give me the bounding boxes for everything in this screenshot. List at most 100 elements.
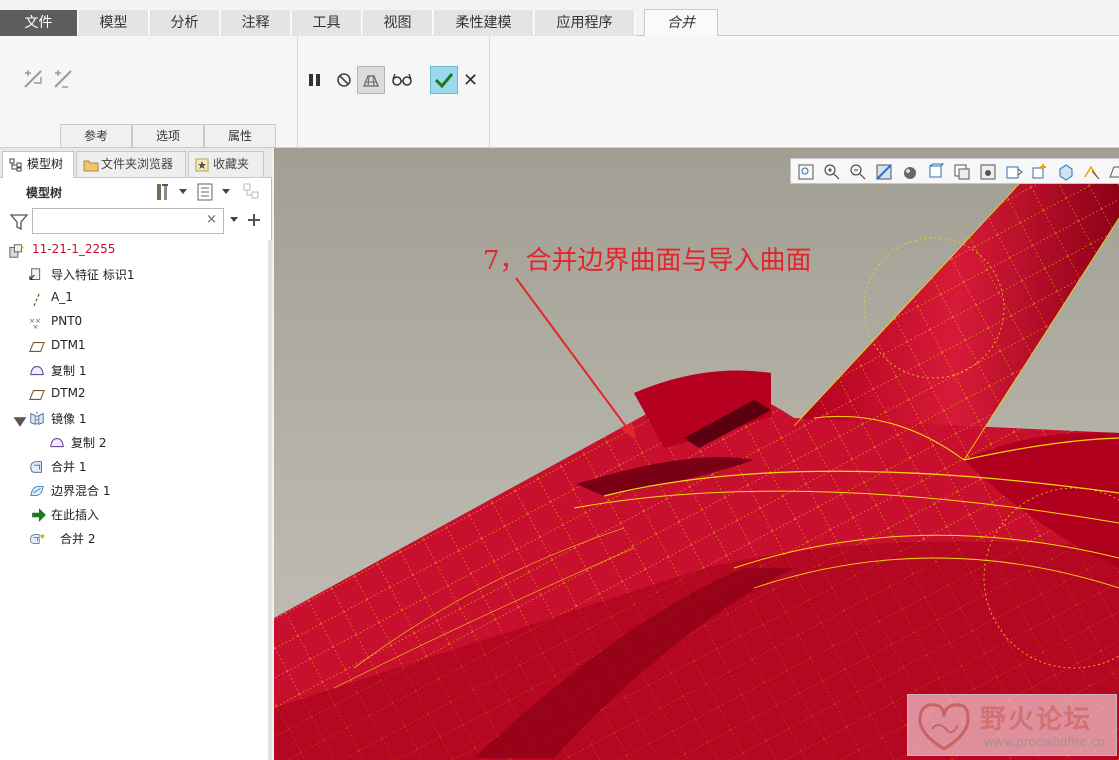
import-feature-icon xyxy=(29,268,41,281)
tree-item-point[interactable]: ×× × PNT0 xyxy=(0,312,266,334)
zoom-in-icon[interactable] xyxy=(823,163,841,181)
tab-merge[interactable]: 合并 xyxy=(644,9,718,37)
tab-analysis[interactable]: 分析 xyxy=(150,10,220,36)
ok-button[interactable] xyxy=(430,66,458,94)
tree-item-copy1[interactable]: 复制 1 xyxy=(0,360,266,382)
expand-caret-icon[interactable] xyxy=(12,414,28,430)
merge-icon xyxy=(30,461,42,473)
subtab-references[interactable]: 参考 xyxy=(60,124,132,148)
datum-display-filters-icon[interactable] xyxy=(1083,163,1101,181)
tree-item-dtm2[interactable]: DTM2 xyxy=(0,384,266,406)
tab-flexible-modeling[interactable]: 柔性建模 xyxy=(434,10,534,36)
tab-model[interactable]: 模型 xyxy=(79,10,149,36)
annotation-display-icon[interactable] xyxy=(1031,163,1049,181)
swap-direction-1-icon[interactable] xyxy=(22,68,44,90)
tree-item-label: 镜像 1 xyxy=(51,412,87,426)
tab-folder-browser[interactable]: 文件夹浏览器 xyxy=(76,151,186,178)
model-tree-panel: 模型树 文件夹浏览器 收藏夹 模型树 × 11-21-1_2255 导入特征 标… xyxy=(0,148,272,760)
repaint-icon[interactable] xyxy=(875,163,893,181)
forum-watermark: 野火论坛 www.proewildfire.cn xyxy=(907,694,1117,756)
datum-plane-display-icon[interactable] xyxy=(1109,163,1119,181)
ribbon-separator xyxy=(297,36,298,148)
favorites-star-icon xyxy=(195,158,209,172)
graphics-viewport[interactable]: 7，合并边界曲面与导入曲面 野火论坛 www.proewildfire.cn xyxy=(274,148,1119,760)
tree-item-label: A_1 xyxy=(51,290,73,304)
display-style-icon[interactable] xyxy=(901,163,919,181)
no-preview-icon[interactable] xyxy=(336,72,352,88)
filter-funnel-icon[interactable] xyxy=(10,214,28,230)
saved-orientations-icon[interactable] xyxy=(927,163,945,181)
subtab-options[interactable]: 选项 xyxy=(132,124,204,148)
ribbon-separator xyxy=(489,36,490,148)
tree-item-label: PNT0 xyxy=(51,314,83,328)
datum-plane-icon xyxy=(29,390,45,400)
tree-item-label: 11-21-1_2255 xyxy=(32,242,116,256)
section-view-icon[interactable] xyxy=(1057,163,1075,181)
tree-item-label: DTM1 xyxy=(51,338,86,352)
insert-here-arrow-icon xyxy=(32,508,46,522)
model-tree-icon xyxy=(9,158,22,172)
ribbon: 参考 选项 属性 ✕ xyxy=(0,36,1119,148)
spin-center-icon[interactable] xyxy=(1005,163,1023,181)
tab-tools[interactable]: 工具 xyxy=(292,10,362,36)
cancel-x-icon[interactable]: ✕ xyxy=(463,70,478,91)
tab-model-tree[interactable]: 模型树 xyxy=(2,151,74,178)
tree-item-mirror1[interactable]: 镜像 1 xyxy=(0,408,266,430)
tree-item-copy2[interactable]: 复制 2 xyxy=(0,432,266,454)
tree-filter-disabled-icon[interactable] xyxy=(242,182,262,202)
axis-icon xyxy=(33,291,41,307)
tree-item-label: 复制 1 xyxy=(51,364,87,378)
add-plus-icon[interactable] xyxy=(247,213,261,227)
annotation-text: 7，合并边界曲面与导入曲面 xyxy=(483,246,812,276)
subtab-properties[interactable]: 属性 xyxy=(204,124,276,148)
model-tree-heading: 模型树 xyxy=(26,186,63,200)
watermark-title: 野火论坛 xyxy=(980,705,1093,735)
show-list-icon[interactable] xyxy=(196,183,214,201)
tab-annotate[interactable]: 注释 xyxy=(221,10,291,36)
panel-tabs: 模型树 文件夹浏览器 收藏夹 xyxy=(0,148,272,178)
tree-item-label: 复制 2 xyxy=(71,436,107,450)
tree-scrollbar[interactable] xyxy=(268,240,272,760)
forum-logo-icon xyxy=(918,703,970,751)
copy-surface-icon xyxy=(30,366,44,376)
datum-plane-icon xyxy=(29,342,45,352)
tree-item-merge2[interactable]: ✱ 合并 2 xyxy=(0,528,266,550)
view-manager-icon[interactable] xyxy=(953,163,971,181)
tab-view[interactable]: 视图 xyxy=(363,10,433,36)
preview-geometry-button[interactable] xyxy=(357,66,385,94)
view-toolbar xyxy=(790,158,1119,184)
tree-search-input[interactable]: × xyxy=(32,208,224,234)
tree-item-label: 合并 1 xyxy=(51,460,87,474)
verify-glasses-icon[interactable] xyxy=(391,72,413,88)
tree-item-import-feature[interactable]: 导入特征 标识1 xyxy=(0,264,266,286)
ok-check-icon xyxy=(434,73,454,89)
tree-item-axis[interactable]: A_1 xyxy=(0,288,266,310)
tree-item-root[interactable]: 11-21-1_2255 xyxy=(0,240,266,262)
clear-search-icon[interactable]: × xyxy=(206,212,217,227)
tree-item-dtm1[interactable]: DTM1 xyxy=(0,336,266,358)
tab-favorites-label: 收藏夹 xyxy=(213,157,250,171)
chevron-down-icon[interactable] xyxy=(229,216,239,224)
tree-item-label: 导入特征 标识1 xyxy=(51,268,135,282)
perspective-view-icon[interactable] xyxy=(979,163,997,181)
app-window: 文件 模型 分析 注释 工具 视图 柔性建模 应用程序 合并 参考 选项 属性 xyxy=(0,0,1119,760)
chevron-down-icon[interactable] xyxy=(178,188,188,196)
pause-icon[interactable] xyxy=(307,72,323,88)
zoom-out-icon[interactable] xyxy=(849,163,867,181)
tree-item-insert-here[interactable]: 在此插入 xyxy=(0,504,266,526)
settings-tools-icon[interactable] xyxy=(154,182,174,202)
preview-geometry-icon xyxy=(363,75,379,87)
tree-item-boundary-blend[interactable]: 边界混合 1 xyxy=(0,480,266,502)
tree-item-merge1[interactable]: 合并 1 xyxy=(0,456,266,478)
tree-item-label: 合并 2 xyxy=(60,532,96,546)
swap-direction-2-icon[interactable] xyxy=(52,68,74,90)
tab-file[interactable]: 文件 xyxy=(0,10,78,36)
boundary-blend-icon xyxy=(30,486,44,496)
merge-icon: ✱ xyxy=(30,533,45,544)
tab-applications[interactable]: 应用程序 xyxy=(535,10,635,36)
part-icon xyxy=(9,244,25,258)
svg-text:×: × xyxy=(33,322,39,331)
chevron-down-icon[interactable] xyxy=(221,188,231,196)
refit-icon[interactable] xyxy=(797,163,815,181)
tab-favorites[interactable]: 收藏夹 xyxy=(188,151,264,178)
